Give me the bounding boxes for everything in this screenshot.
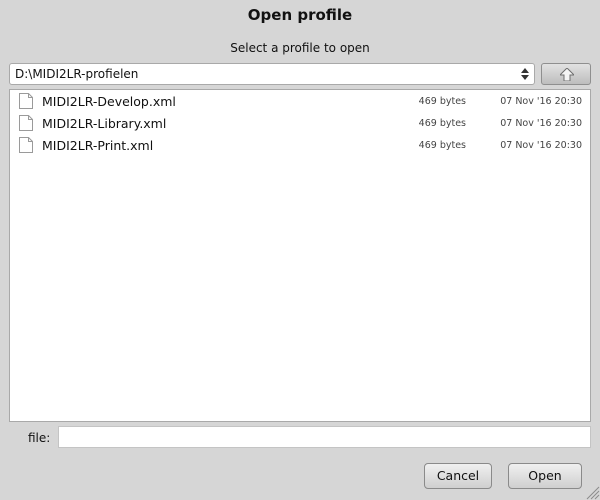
file-size: 469 bytes [418,118,466,129]
file-row[interactable]: MIDI2LR-Develop.xml 469 bytes 07 Nov '16… [10,90,590,112]
cancel-button[interactable]: Cancel [424,463,492,489]
file-date: 07 Nov '16 20:30 [500,140,582,151]
filename-label: file: [28,431,51,445]
document-icon [19,115,33,131]
dialog-title: Open profile [247,6,353,24]
path-dropdown-value: D:\MIDI2LR-profielen [15,67,139,81]
file-name: MIDI2LR-Develop.xml [42,94,176,109]
file-row[interactable]: MIDI2LR-Print.xml 469 bytes 07 Nov '16 2… [10,134,590,156]
document-icon [19,137,33,153]
up-down-arrows-icon [520,66,530,82]
file-size: 469 bytes [418,140,466,151]
file-date: 07 Nov '16 20:30 [500,118,582,129]
file-list[interactable]: MIDI2LR-Develop.xml 469 bytes 07 Nov '16… [9,89,591,422]
file-name: MIDI2LR-Print.xml [42,138,154,153]
open-button[interactable]: Open [508,463,582,489]
file-date: 07 Nov '16 20:30 [500,96,582,107]
path-dropdown[interactable]: D:\MIDI2LR-profielen [9,63,535,85]
filename-input[interactable] [58,426,591,448]
file-name: MIDI2LR-Library.xml [42,116,167,131]
file-size: 469 bytes [418,96,466,107]
document-icon [19,93,33,109]
file-row[interactable]: MIDI2LR-Library.xml 469 bytes 07 Nov '16… [10,112,590,134]
resize-grip-icon[interactable] [584,484,600,500]
arrow-up-icon [560,68,574,81]
parent-directory-button[interactable] [541,63,591,85]
dialog-instructions: Select a profile to open [230,41,370,55]
